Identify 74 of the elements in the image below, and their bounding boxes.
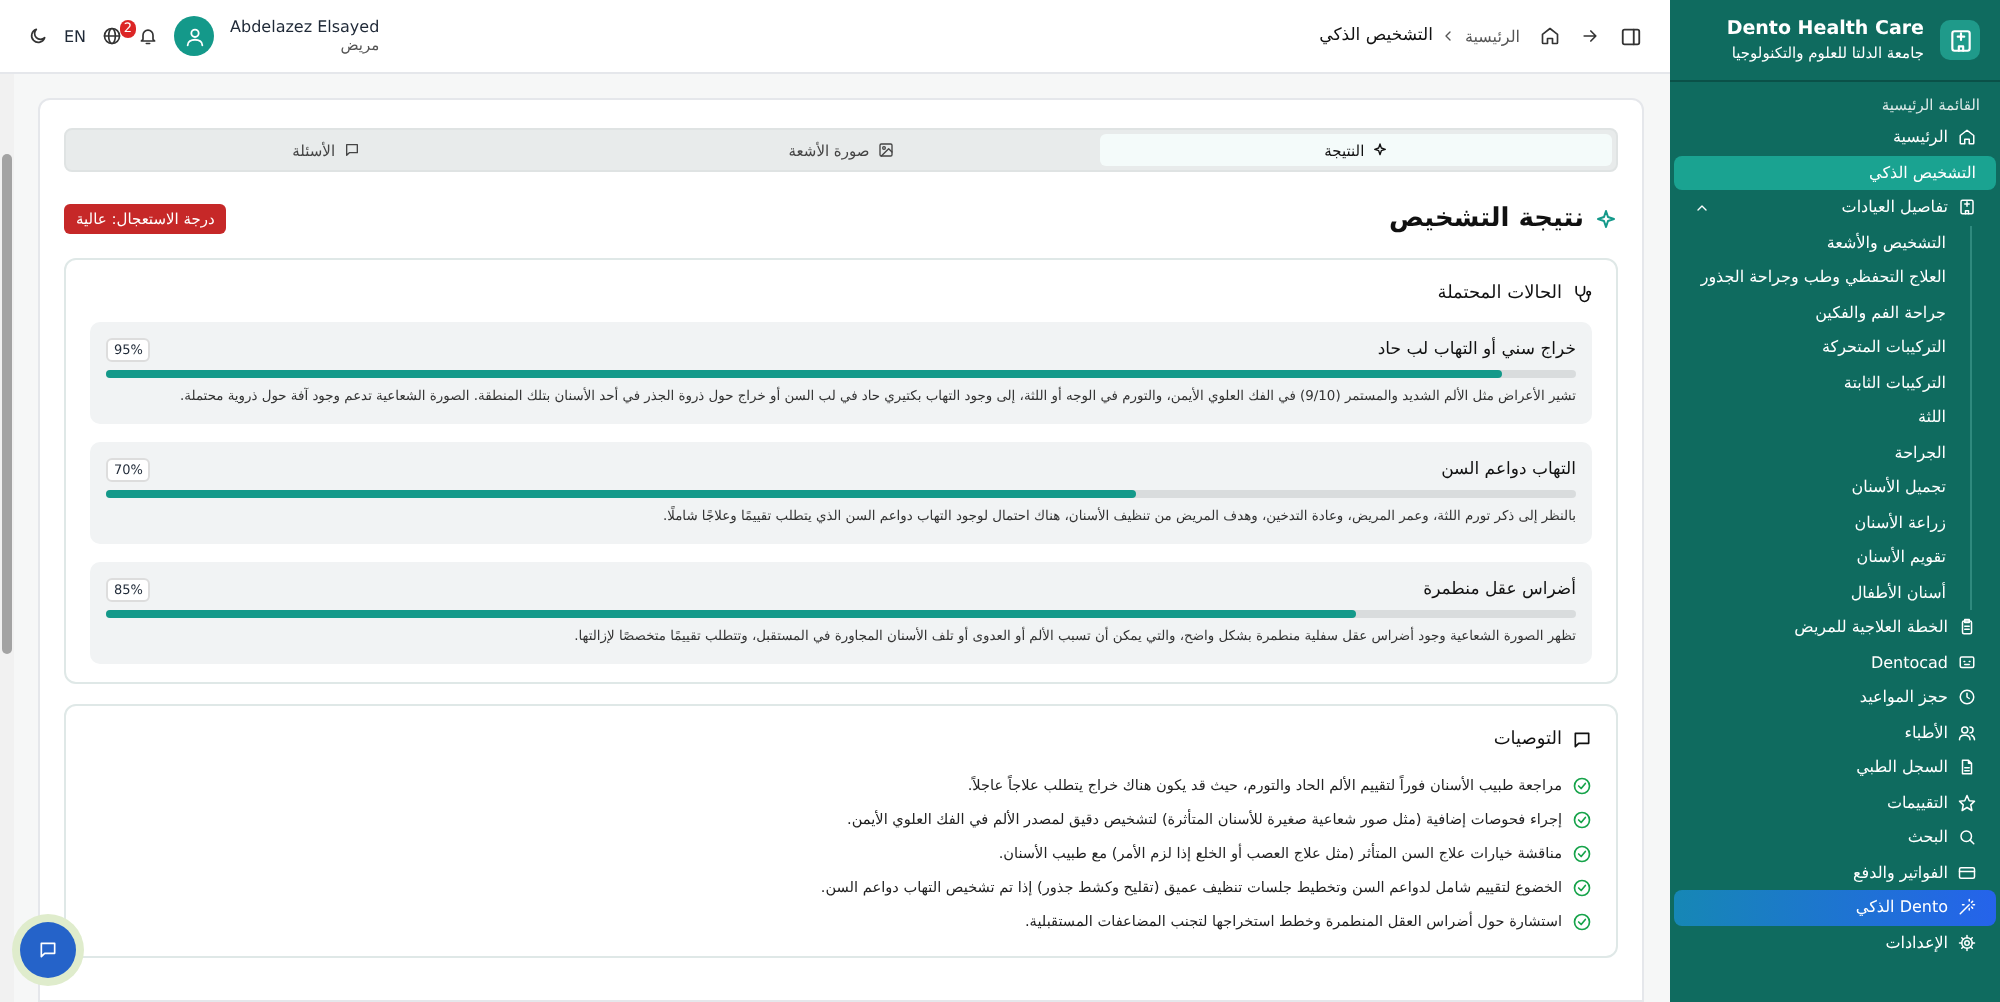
sparkle-icon xyxy=(1372,142,1389,158)
sidebar-subitem[interactable]: أسنان الأطفال xyxy=(1670,575,1970,610)
chat-icon xyxy=(1572,730,1592,750)
sidebar-item[interactable]: التقييمات xyxy=(1674,785,1996,820)
notifications-button[interactable] xyxy=(138,26,159,46)
check-circle-icon xyxy=(1572,911,1592,931)
home-icon xyxy=(1958,128,1976,147)
sidebar-item[interactable]: السجل الطبي xyxy=(1674,750,1996,785)
home-button[interactable] xyxy=(1540,26,1560,46)
language-label: EN xyxy=(64,27,87,45)
condition-name: أضراس عقل منطمرة xyxy=(1423,580,1576,600)
sidebar-item[interactable]: الرئيسية xyxy=(1674,120,1996,155)
check-circle-icon xyxy=(1572,809,1592,829)
avatar-icon[interactable] xyxy=(174,16,215,56)
page-title: نتيجة التشخيص xyxy=(1388,204,1584,234)
sidebar-subitem[interactable]: تجميل الأسنان xyxy=(1670,470,1970,505)
globe-icon xyxy=(102,26,123,46)
sidebar-subitem[interactable]: الجراحة xyxy=(1670,435,1970,470)
sidebar-item[interactable]: الإعدادات xyxy=(1674,925,1996,960)
clipboard-icon xyxy=(1958,618,1976,637)
breadcrumb-link[interactable]: الرئيسية xyxy=(1464,27,1520,45)
card-icon xyxy=(1958,863,1976,882)
condition-name: التهاب دواعم السن xyxy=(1441,460,1576,480)
forward-button[interactable] xyxy=(1580,26,1600,46)
check-circle-icon xyxy=(1572,843,1592,863)
user-icon xyxy=(183,25,206,47)
scrollbar[interactable] xyxy=(0,74,14,1002)
sidebar-item[interactable]: حجز المواعيد xyxy=(1674,680,1996,715)
sidebar-subitem[interactable]: التركيبات المتحركة xyxy=(1670,330,1970,365)
check-circle-icon xyxy=(1572,775,1592,795)
sidebar-subitem[interactable]: العلاج التحفظي وطب وجراحة الجذور xyxy=(1670,260,1970,295)
users-icon xyxy=(1958,723,1976,742)
stethoscope-icon xyxy=(1572,284,1592,304)
magic-wand-icon xyxy=(1958,898,1976,917)
home-icon xyxy=(1540,26,1560,46)
search-icon xyxy=(1958,828,1976,847)
bell-icon xyxy=(138,26,159,46)
monitor-icon xyxy=(1958,653,1976,672)
sidebar-subitem[interactable]: التركيبات الثابتة xyxy=(1670,365,1970,400)
brand-title: Dento Health Care xyxy=(1726,18,1924,40)
sidebar-item[interactable]: Dento الذكي xyxy=(1674,890,1996,925)
theme-toggle[interactable] xyxy=(28,26,48,46)
sidebar-toggle[interactable] xyxy=(1620,25,1642,47)
panel-icon xyxy=(1620,25,1642,47)
sidebar-item[interactable]: الخطة العلاجية للمريض xyxy=(1674,610,1996,645)
sparkle-icon xyxy=(1594,207,1618,231)
language-button[interactable] xyxy=(102,26,123,46)
condition-name: خراج سني أو التهاب لب حاد xyxy=(1377,340,1576,360)
settings-icon xyxy=(1958,933,1976,952)
sidebar-subitem[interactable]: اللثة xyxy=(1670,400,1970,435)
sidebar-item[interactable]: البحث xyxy=(1674,820,1996,855)
document-icon xyxy=(1958,758,1976,777)
building-icon xyxy=(1958,198,1976,217)
user-name: Abdelazez Elsayed xyxy=(230,18,380,36)
sidebar-group[interactable]: تفاصيل العيادات xyxy=(1674,190,1996,225)
sidebar-subitem[interactable]: التشخيص والأشعة xyxy=(1670,225,1970,260)
image-icon xyxy=(877,142,894,158)
moon-icon xyxy=(28,26,48,46)
chat-icon xyxy=(343,142,360,158)
clock-icon xyxy=(1958,688,1976,707)
hospital-logo-icon xyxy=(1947,27,1973,53)
chat-button[interactable] xyxy=(20,922,76,978)
sidebar-subitem[interactable]: تقويم الأسنان xyxy=(1670,540,1970,575)
arrow-icon xyxy=(1580,26,1600,46)
star-icon xyxy=(1958,793,1976,812)
section-title: الحالات المحتملة xyxy=(1437,284,1562,304)
sidebar-item[interactable]: الفواتير والدفع xyxy=(1674,855,1996,890)
chat-icon xyxy=(38,940,58,960)
sidebar-subitem[interactable]: جراحة الفم والفكين xyxy=(1670,295,1970,330)
section-title: التوصيات xyxy=(1493,730,1562,750)
check-circle-icon xyxy=(1572,877,1592,897)
sidebar-item[interactable]: الأطباء xyxy=(1674,715,1996,750)
sidebar-subitem[interactable]: زراعة الأسنان xyxy=(1670,505,1970,540)
sidebar-item[interactable]: Dentocad xyxy=(1674,645,1996,680)
